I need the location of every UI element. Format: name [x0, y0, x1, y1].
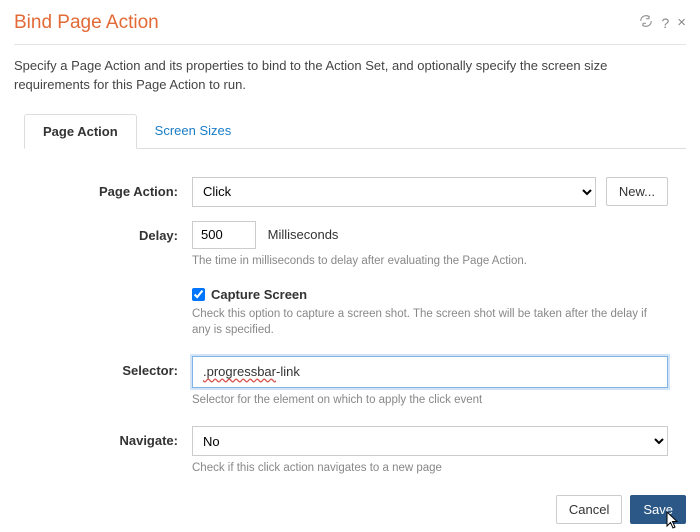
delay-help: The time in milliseconds to delay after …: [192, 253, 668, 269]
navigate-select[interactable]: No: [192, 426, 668, 456]
header-divider: [14, 44, 686, 45]
tab-bar: Page Action Screen Sizes: [24, 113, 686, 149]
new-page-action-button[interactable]: New...: [606, 177, 668, 206]
capture-screen-help: Check this option to capture a screen sh…: [192, 306, 668, 338]
dialog-description: Specify a Page Action and its properties…: [14, 57, 686, 95]
capture-screen-checkbox-row[interactable]: Capture Screen: [192, 287, 668, 302]
save-button[interactable]: Save: [630, 495, 686, 524]
delay-label: Delay:: [22, 221, 192, 243]
selector-value-suffix: -link: [276, 364, 300, 379]
navigate-help: Check if this click action navigates to …: [192, 460, 668, 476]
page-action-select[interactable]: Click: [192, 177, 596, 207]
selector-label: Selector:: [22, 356, 192, 378]
selector-help: Selector for the element on which to app…: [192, 392, 668, 408]
tab-screen-sizes[interactable]: Screen Sizes: [137, 114, 250, 149]
tab-page-action[interactable]: Page Action: [24, 114, 137, 149]
cancel-button[interactable]: Cancel: [556, 495, 622, 524]
navigate-label: Navigate:: [22, 426, 192, 448]
dialog-title: Bind Page Action: [14, 12, 159, 34]
refresh-icon[interactable]: [639, 14, 653, 31]
close-icon[interactable]: ×: [677, 15, 686, 30]
capture-screen-label: Capture Screen: [211, 287, 307, 302]
delay-unit: Milliseconds: [268, 227, 339, 242]
page-action-label: Page Action:: [22, 177, 192, 199]
dialog-footer: Cancel Save: [556, 495, 686, 524]
capture-screen-checkbox[interactable]: [192, 288, 205, 301]
delay-input[interactable]: [192, 221, 256, 249]
selector-value-prefix: .progressbar: [203, 364, 276, 379]
selector-input[interactable]: .progressbar-link: [192, 356, 668, 388]
help-icon[interactable]: ?: [661, 15, 669, 31]
